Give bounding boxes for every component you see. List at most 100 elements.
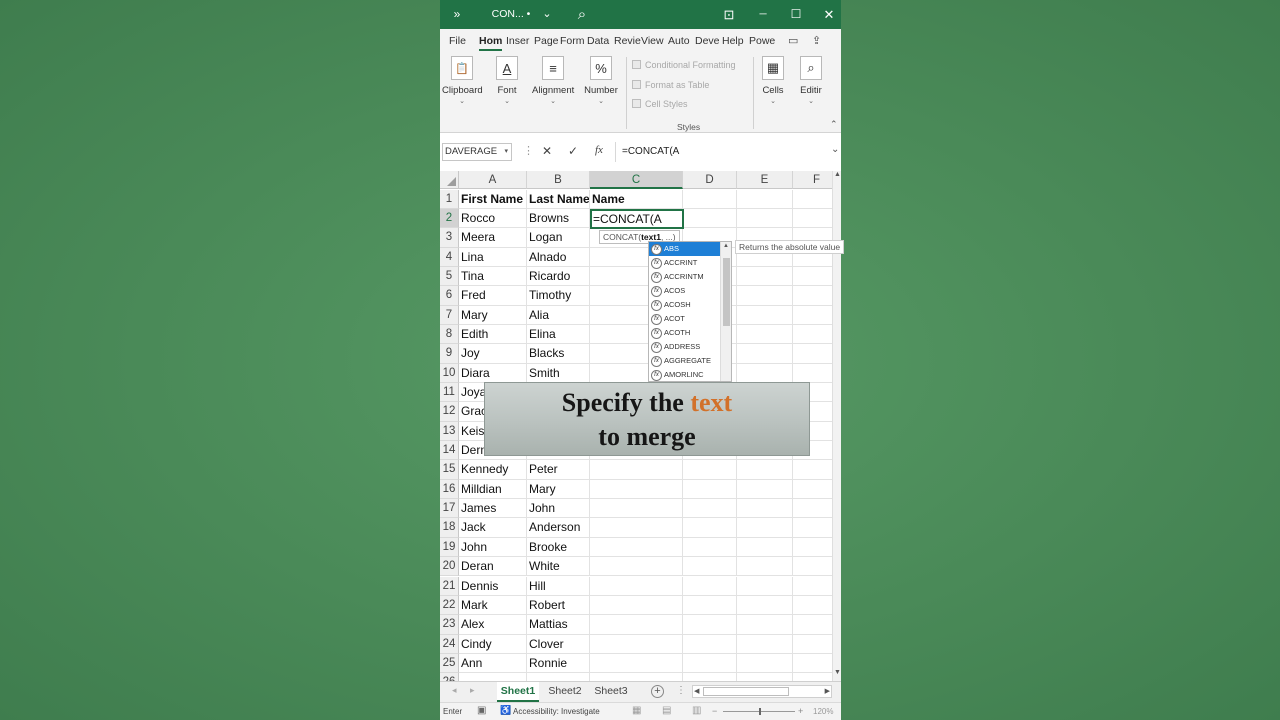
tab-help[interactable]: Help (722, 29, 744, 53)
comments-icon[interactable]: ▭ (788, 29, 798, 53)
grid-cell[interactable] (793, 325, 832, 345)
row-header[interactable]: 12 (440, 402, 459, 422)
row-header[interactable]: 1 (440, 189, 459, 209)
sheet-tab-sheet1[interactable]: Sheet1 (497, 682, 539, 702)
grid-cell[interactable] (459, 673, 527, 681)
grid-cell[interactable] (683, 537, 737, 558)
grid-cell[interactable]: John (527, 499, 590, 519)
autocomplete-scroll-thumb[interactable] (723, 258, 730, 326)
grid-cell[interactable] (737, 499, 793, 519)
sheet-options-icon[interactable]: ⋮ (676, 685, 686, 696)
row-header[interactable]: 21 (440, 576, 459, 596)
grid-cell[interactable] (590, 479, 683, 500)
grid-cell[interactable] (737, 208, 793, 229)
function-autocomplete-list[interactable]: fx ABS fx ACCRINT fx ACCRINTM fx ACOS fx ACOSH fx A… (648, 241, 732, 382)
zoom-slider-thumb[interactable] (759, 708, 761, 715)
cancel-icon[interactable]: ✕ (542, 144, 552, 158)
grid-cell[interactable]: Brooke (527, 537, 590, 558)
grid-cell[interactable]: Last Name (527, 189, 590, 209)
grid-cell[interactable] (793, 499, 832, 519)
grid-cell[interactable] (793, 557, 832, 577)
grid-cell[interactable] (737, 518, 793, 538)
row-header[interactable]: 15 (440, 460, 459, 480)
grid-cell[interactable]: Lina (459, 247, 527, 267)
normal-view-icon[interactable]: ▦ (632, 705, 641, 716)
row-header[interactable]: 4 (440, 247, 459, 267)
row-header[interactable]: 24 (440, 634, 459, 654)
grid-cell[interactable]: Blacks (527, 344, 590, 364)
tab-page-layout[interactable]: Page (534, 29, 559, 53)
row-header[interactable]: 17 (440, 499, 459, 519)
clipboard-group[interactable]: 📋 Clipboard ⌄ (442, 56, 483, 105)
row-header[interactable]: 16 (440, 479, 459, 500)
formula-input[interactable]: =CONCAT(A (622, 146, 679, 157)
zoom-slider[interactable] (723, 708, 795, 715)
grid-cell[interactable] (527, 673, 590, 681)
zoom-in-icon[interactable]: + (798, 706, 803, 716)
grid-cell[interactable]: Anderson (527, 518, 590, 538)
grid-cell[interactable] (793, 460, 832, 480)
grid-cell[interactable]: Alia (527, 305, 590, 325)
row-header[interactable]: 11 (440, 383, 459, 403)
grid-cell[interactable]: Elina (527, 324, 590, 345)
row-header[interactable]: 26 (440, 673, 459, 681)
grid-cell[interactable] (683, 499, 737, 519)
autocomplete-item[interactable]: fx AGGREGATE (649, 354, 721, 368)
grid-cell[interactable] (590, 557, 683, 577)
grid-cell[interactable]: First Name (459, 189, 527, 209)
grid-cell[interactable] (683, 189, 737, 209)
minimize-icon[interactable]: ─ (754, 0, 772, 29)
grid-cell[interactable] (683, 576, 737, 596)
grid-cell[interactable] (737, 653, 793, 674)
row-header[interactable]: 13 (440, 421, 459, 442)
grid-cell[interactable] (793, 615, 832, 635)
grid-cell[interactable] (590, 460, 683, 480)
page-break-view-icon[interactable]: ▥ (692, 705, 701, 716)
grid-cell[interactable]: John (459, 537, 527, 558)
autocomplete-scroll-up-icon[interactable]: ▲ (723, 243, 729, 249)
grid-cell[interactable]: James (459, 499, 527, 519)
tab-home[interactable]: Hom (479, 29, 503, 53)
font-group[interactable]: A Font ⌄ (492, 56, 522, 105)
grid-cell[interactable] (683, 518, 737, 538)
row-header[interactable]: 8 (440, 324, 459, 345)
grid-cell[interactable]: Ronnie (527, 653, 590, 674)
grid-cell[interactable] (683, 208, 737, 229)
grid-cell[interactable] (683, 557, 737, 577)
grid-cell[interactable] (683, 653, 737, 674)
autocomplete-scrollbar[interactable]: ▲ (720, 242, 731, 381)
page-layout-view-icon[interactable]: ▤ (662, 705, 671, 716)
grid-cell[interactable] (793, 538, 832, 558)
grid-cell[interactable]: Logan (527, 228, 590, 248)
conditional-formatting-button[interactable]: Conditional Formatting (632, 60, 736, 70)
grid-cell[interactable] (590, 615, 683, 635)
previous-sheet-icon[interactable]: ◂ (452, 685, 457, 696)
cells-group[interactable]: ▦ Cells ⌄ (760, 56, 786, 105)
row-header[interactable]: 10 (440, 363, 459, 383)
add-sheet-icon[interactable]: + (651, 685, 664, 698)
grid-cell[interactable] (793, 596, 832, 616)
grid-cell[interactable] (737, 479, 793, 500)
grid-cell[interactable]: Name (590, 189, 683, 209)
grid-cell[interactable] (737, 634, 793, 654)
grid-cell[interactable]: Clover (527, 634, 590, 654)
presentation-mode-icon[interactable]: ⊡ (720, 0, 738, 29)
grid-cell[interactable]: Hill (527, 576, 590, 596)
grid-cell[interactable] (793, 190, 832, 209)
grid-cell[interactable] (737, 557, 793, 577)
tab-file[interactable]: File (449, 29, 466, 53)
grid-cell[interactable] (737, 344, 793, 364)
grid-cell[interactable] (793, 480, 832, 500)
window-title[interactable]: CON... • Sa... (482, 0, 540, 49)
grid-cell[interactable]: Mark (459, 595, 527, 616)
column-header-f[interactable]: F (793, 171, 832, 189)
grid-cell[interactable] (737, 266, 793, 287)
tab-review[interactable]: Revie (614, 29, 641, 53)
grid-cell[interactable] (793, 267, 832, 287)
enter-icon[interactable]: ✓ (568, 144, 578, 158)
sheet-tab-sheet3[interactable]: Sheet3 (590, 682, 632, 702)
search-icon[interactable]: ⌕ (573, 0, 591, 29)
grid-cell[interactable]: Timothy (527, 286, 590, 306)
grid-cell[interactable] (737, 363, 793, 383)
scroll-up-icon[interactable]: ▲ (834, 171, 841, 178)
